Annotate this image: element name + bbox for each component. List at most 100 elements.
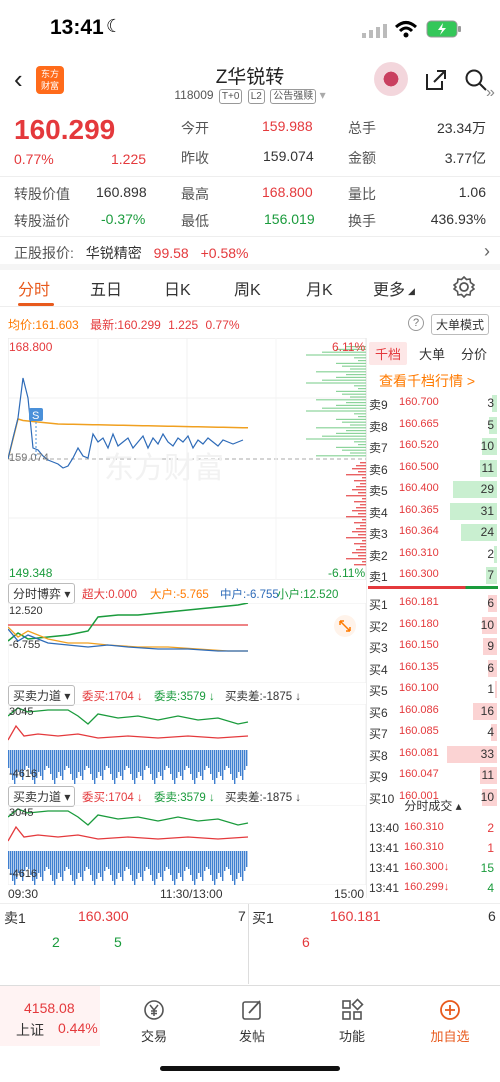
premium-label: 转股溢价 xyxy=(14,213,70,229)
tab-weekly[interactable]: 周K xyxy=(234,276,261,300)
force-title-button[interactable]: 买卖力道 ▾ xyxy=(8,685,76,706)
bond-code: 118009 xyxy=(174,88,214,102)
share-icon[interactable] xyxy=(424,68,448,92)
nav-function[interactable]: 功能 xyxy=(312,998,392,1045)
trades-header[interactable]: 分时成交 ▴ xyxy=(366,797,500,817)
chevron-right-icon: › xyxy=(484,241,490,261)
nav-function-label: 功能 xyxy=(338,1029,365,1044)
turnover-value: 436.93% xyxy=(430,211,486,227)
nav-trade[interactable]: 交易 xyxy=(114,998,194,1045)
expand-icon[interactable]: » xyxy=(486,84,495,102)
low-label: 最低 xyxy=(181,213,209,229)
prev-label: 昨收 xyxy=(181,150,209,166)
big-order-mode-button[interactable]: 大单模式 xyxy=(431,314,490,335)
level1-panel: 卖1 160.300 7 买1 160.181 6 2 5 6 xyxy=(0,904,500,984)
buy-volume: 11 xyxy=(481,768,494,782)
time-end: 15:00 xyxy=(334,887,365,901)
force-low-1: -4616 xyxy=(9,768,38,780)
tag-notice[interactable]: 公告强赎 xyxy=(270,89,317,104)
nav-add-watchlist[interactable]: 加自选 xyxy=(410,998,490,1045)
l1-sell-vol: 7 xyxy=(238,908,246,924)
game-title: 分时博弈 xyxy=(13,587,62,601)
side-tab-depth[interactable]: 千档 xyxy=(369,342,408,365)
chart-max: 168.800 xyxy=(9,340,53,354)
force-buy-2: 委买:1704 xyxy=(82,792,134,804)
game-header: 分时博弈 ▾ 超大:0.000 大户:-5.765 中户:-6.755 小户:1… xyxy=(8,581,366,604)
conv-value: 160.898 xyxy=(96,184,147,200)
buy-row[interactable]: 买8 160.081 33 xyxy=(366,744,500,765)
sell-row[interactable]: 卖3 160.364 24 xyxy=(366,522,500,543)
trade-price: 160.299↓ xyxy=(404,881,450,893)
sell-row[interactable]: 卖1 160.300 7 xyxy=(366,565,500,586)
divider xyxy=(0,236,500,237)
game-title-button[interactable]: 分时博弈 ▾ xyxy=(8,583,76,604)
buy-row[interactable]: 买7 160.085 4 xyxy=(366,722,500,743)
index-name: 上证 xyxy=(16,1022,44,1038)
signal-icon xyxy=(362,24,387,38)
period-tabs: 分时 五日 日K 周K 月K 更多 ◢ xyxy=(0,270,500,306)
trade-row: 13:41 160.310 1 xyxy=(366,838,500,858)
high-label: 最高 xyxy=(181,186,209,202)
index-block[interactable]: 4158.08 上证 0.44% xyxy=(0,986,100,1046)
tab-intraday[interactable]: 分时 xyxy=(18,276,50,300)
index-value: 4158.08 xyxy=(24,1000,75,1016)
buy-label: 买6 xyxy=(369,705,388,720)
trades-title: 分时成交 xyxy=(404,799,453,813)
tab-monthly[interactable]: 月K xyxy=(306,276,333,300)
sell-row[interactable]: 卖2 160.310 2 xyxy=(366,544,500,565)
buy-row[interactable]: 买4 160.135 6 xyxy=(366,658,500,679)
l1-queue-2: 5 xyxy=(114,934,122,950)
plus-circle-icon xyxy=(440,1000,460,1020)
pct-change: 0.77% xyxy=(14,151,54,167)
tab-daily[interactable]: 日K xyxy=(164,276,191,300)
high-value: 168.800 xyxy=(262,184,313,200)
settings-icon[interactable] xyxy=(453,276,475,298)
sell-volume: 11 xyxy=(481,460,494,475)
l1-buy-vol: 6 xyxy=(488,908,496,924)
buy-row[interactable]: 买2 160.180 10 xyxy=(366,615,500,636)
buy-row[interactable]: 买1 160.181 6 xyxy=(366,593,500,614)
buy-row[interactable]: 买6 160.086 16 xyxy=(366,701,500,722)
buy-label: 买7 xyxy=(369,727,388,741)
sell-price: 160.500 xyxy=(399,460,439,473)
sell-row[interactable]: 卖8 160.665 5 xyxy=(366,415,500,436)
trade-row: 13:40 160.310 2 xyxy=(366,818,500,838)
sell-volume: 31 xyxy=(480,503,494,518)
tab-more[interactable]: 更多 xyxy=(373,276,405,300)
buy-row[interactable]: 买3 160.150 9 xyxy=(366,636,500,657)
sell-row[interactable]: 卖4 160.365 31 xyxy=(366,501,500,522)
sell-row[interactable]: 卖6 160.500 11 xyxy=(366,458,500,479)
stock-quote-row[interactable]: 正股报价: 华锐精密 99.58 +0.58% › xyxy=(14,241,490,263)
divider xyxy=(0,306,500,307)
sell-row[interactable]: 卖7 160.520 10 xyxy=(366,436,500,457)
price-change: 1.225 xyxy=(111,151,147,167)
s-marker: S xyxy=(32,410,39,422)
trade-row: 13:41 160.299↓ 4 xyxy=(366,878,500,898)
help-icon[interactable]: ? xyxy=(408,315,424,331)
search-icon[interactable] xyxy=(464,68,488,92)
sell-row[interactable]: 卖9 160.700 3 xyxy=(366,393,500,414)
tag-l2: L2 xyxy=(247,89,265,104)
buy-price: 160.180 xyxy=(399,617,439,630)
side-tab-price[interactable]: 分价 xyxy=(461,344,487,363)
tab-five-day[interactable]: 五日 xyxy=(90,276,122,300)
sell-label: 卖2 xyxy=(369,548,388,563)
side-tab-bigorder[interactable]: 大单 xyxy=(419,344,445,363)
tag-t0: T+0 xyxy=(218,89,243,104)
sell-label: 卖1 xyxy=(369,570,388,584)
avatar[interactable] xyxy=(374,62,408,96)
force-title-button-2[interactable]: 买卖力道 ▾ xyxy=(8,786,76,807)
battery-icon xyxy=(426,20,461,38)
force-sell-2: 委卖:3579 xyxy=(154,792,206,804)
sell-row[interactable]: 卖5 160.400 29 xyxy=(366,479,500,500)
watermark: 东方财富 xyxy=(104,452,224,485)
buy-row[interactable]: 买5 160.100 1 xyxy=(366,679,500,700)
intraday-chart[interactable]: 东方财富 S xyxy=(8,338,366,580)
force-chart-1 xyxy=(8,704,366,784)
sell-label: 卖4 xyxy=(369,505,388,520)
buy-row[interactable]: 买9 160.047 11 xyxy=(366,765,500,786)
depth-link[interactable]: 查看千档行情 > xyxy=(379,371,475,391)
game-big: 大户:-5.765 xyxy=(150,589,209,601)
sell-volume: 10 xyxy=(480,439,494,453)
nav-post[interactable]: 发帖 xyxy=(212,998,292,1045)
